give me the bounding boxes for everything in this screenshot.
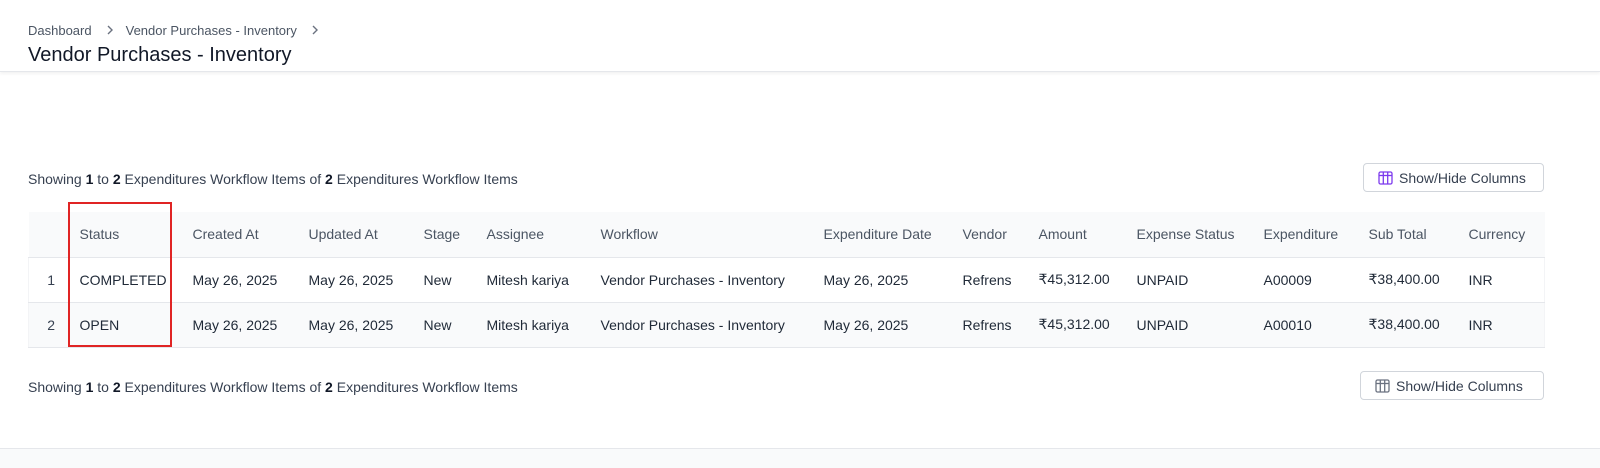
- results-summary-top: Showing 1 to 2 Expenditures Workflow Ite…: [28, 171, 518, 187]
- cell-created-at: May 26, 2025: [192, 271, 278, 288]
- breadcrumb-dashboard[interactable]: Dashboard: [28, 23, 92, 38]
- cell-assignee: Mitesh kariya: [486, 316, 569, 333]
- cell-stage: New: [423, 271, 452, 288]
- cell-assignee: Mitesh kariya: [486, 271, 569, 288]
- cell-workflow: Vendor Purchases - Inventory: [600, 316, 785, 333]
- column-header-status[interactable]: Status: [54, 212, 193, 258]
- cell-expenditure-date: May 26, 2025: [823, 316, 909, 333]
- breadcrumb-vendor-purchases[interactable]: Vendor Purchases - Inventory: [126, 23, 297, 38]
- chevron-right-icon: [311, 23, 319, 38]
- table-header-row: Status Created At Updated At Stage Assig…: [28, 212, 1545, 258]
- summary-from: 1: [85, 171, 94, 187]
- summary-from: 1: [85, 379, 94, 395]
- summary-prefix: Showing: [28, 379, 82, 395]
- cell-sub-total: ₹38,400.00: [1368, 271, 1440, 287]
- cell-expense-status: UNPAID: [1136, 271, 1189, 288]
- chevron-right-icon: [106, 23, 114, 38]
- summary-of-word: of: [309, 379, 322, 395]
- column-header-index: [28, 212, 55, 258]
- column-header-currency[interactable]: Currency: [1468, 212, 1545, 258]
- table-row[interactable]: 2 OPEN May 26, 2025 May 26, 2025 New Mit…: [28, 302, 1545, 347]
- cell-amount: ₹45,312.00: [1038, 316, 1110, 332]
- column-header-expense-status[interactable]: Expense Status: [1136, 212, 1264, 258]
- show-hide-columns-button[interactable]: Show/Hide Columns: [1360, 371, 1544, 400]
- summary-label: Expenditures Workflow Items: [336, 171, 518, 187]
- cell-currency: INR: [1468, 316, 1493, 333]
- cell-sub-total: ₹38,400.00: [1368, 316, 1440, 332]
- summary-to-word: to: [97, 379, 109, 395]
- cell-expenditure: A00009: [1263, 271, 1312, 288]
- cell-expenditure-date: May 26, 2025: [823, 271, 909, 288]
- column-header-stage[interactable]: Stage: [423, 212, 487, 258]
- show-hide-columns-label: Show/Hide Columns: [1396, 377, 1523, 394]
- show-hide-columns-label: Show/Hide Columns: [1399, 169, 1526, 186]
- cell-status: COMPLETED: [79, 271, 167, 288]
- summary-total: 2: [325, 379, 333, 395]
- column-header-workflow[interactable]: Workflow: [600, 212, 824, 258]
- summary-prefix: Showing: [28, 171, 82, 187]
- cell-created-at: May 26, 2025: [192, 316, 278, 333]
- row-index: 1: [47, 271, 55, 288]
- summary-to-word: to: [97, 171, 109, 187]
- cell-currency: INR: [1468, 271, 1493, 288]
- column-header-assignee[interactable]: Assignee: [486, 212, 601, 258]
- summary-to: 2: [112, 171, 121, 187]
- page-title: Vendor Purchases - Inventory: [28, 44, 292, 66]
- column-header-updated-at[interactable]: Updated At: [308, 212, 424, 258]
- cell-stage: New: [423, 316, 452, 333]
- summary-of-word: of: [309, 171, 322, 187]
- column-header-vendor[interactable]: Vendor: [962, 212, 1039, 258]
- cell-vendor: Refrens: [962, 271, 1012, 288]
- summary-total: 2: [325, 171, 333, 187]
- cell-updated-at: May 26, 2025: [308, 316, 394, 333]
- columns-icon: [1375, 378, 1390, 393]
- breadcrumb: Dashboard Vendor Purchases - Inventory: [28, 23, 331, 38]
- table-row[interactable]: 1 COMPLETED May 26, 2025 May 26, 2025 Ne…: [28, 257, 1545, 302]
- column-header-sub-total[interactable]: Sub Total: [1368, 212, 1469, 258]
- page-footer-divider: [0, 448, 1600, 468]
- column-header-amount[interactable]: Amount: [1038, 212, 1137, 258]
- cell-vendor: Refrens: [962, 316, 1012, 333]
- cell-expense-status: UNPAID: [1136, 316, 1189, 333]
- summary-label: Expenditures Workflow Items: [124, 379, 306, 395]
- column-header-expenditure[interactable]: Expenditure: [1263, 212, 1369, 258]
- column-header-created-at[interactable]: Created At: [192, 212, 309, 258]
- row-index: 2: [47, 316, 55, 333]
- cell-expenditure: A00010: [1263, 316, 1312, 333]
- cell-status: OPEN: [79, 316, 120, 333]
- cell-updated-at: May 26, 2025: [308, 271, 394, 288]
- cell-amount: ₹45,312.00: [1038, 271, 1110, 287]
- expenditures-table: Status Created At Updated At Stage Assig…: [28, 212, 1545, 348]
- summary-label: Expenditures Workflow Items: [124, 171, 306, 187]
- cell-workflow: Vendor Purchases - Inventory: [600, 271, 785, 288]
- column-header-expenditure-date[interactable]: Expenditure Date: [823, 212, 963, 258]
- show-hide-columns-button[interactable]: Show/Hide Columns: [1363, 163, 1544, 192]
- summary-to: 2: [112, 379, 121, 395]
- results-summary-bottom: Showing 1 to 2 Expenditures Workflow Ite…: [28, 379, 518, 395]
- summary-label: Expenditures Workflow Items: [336, 379, 518, 395]
- page-header: Dashboard Vendor Purchases - Inventory V…: [0, 0, 1600, 72]
- columns-icon: [1378, 170, 1393, 185]
